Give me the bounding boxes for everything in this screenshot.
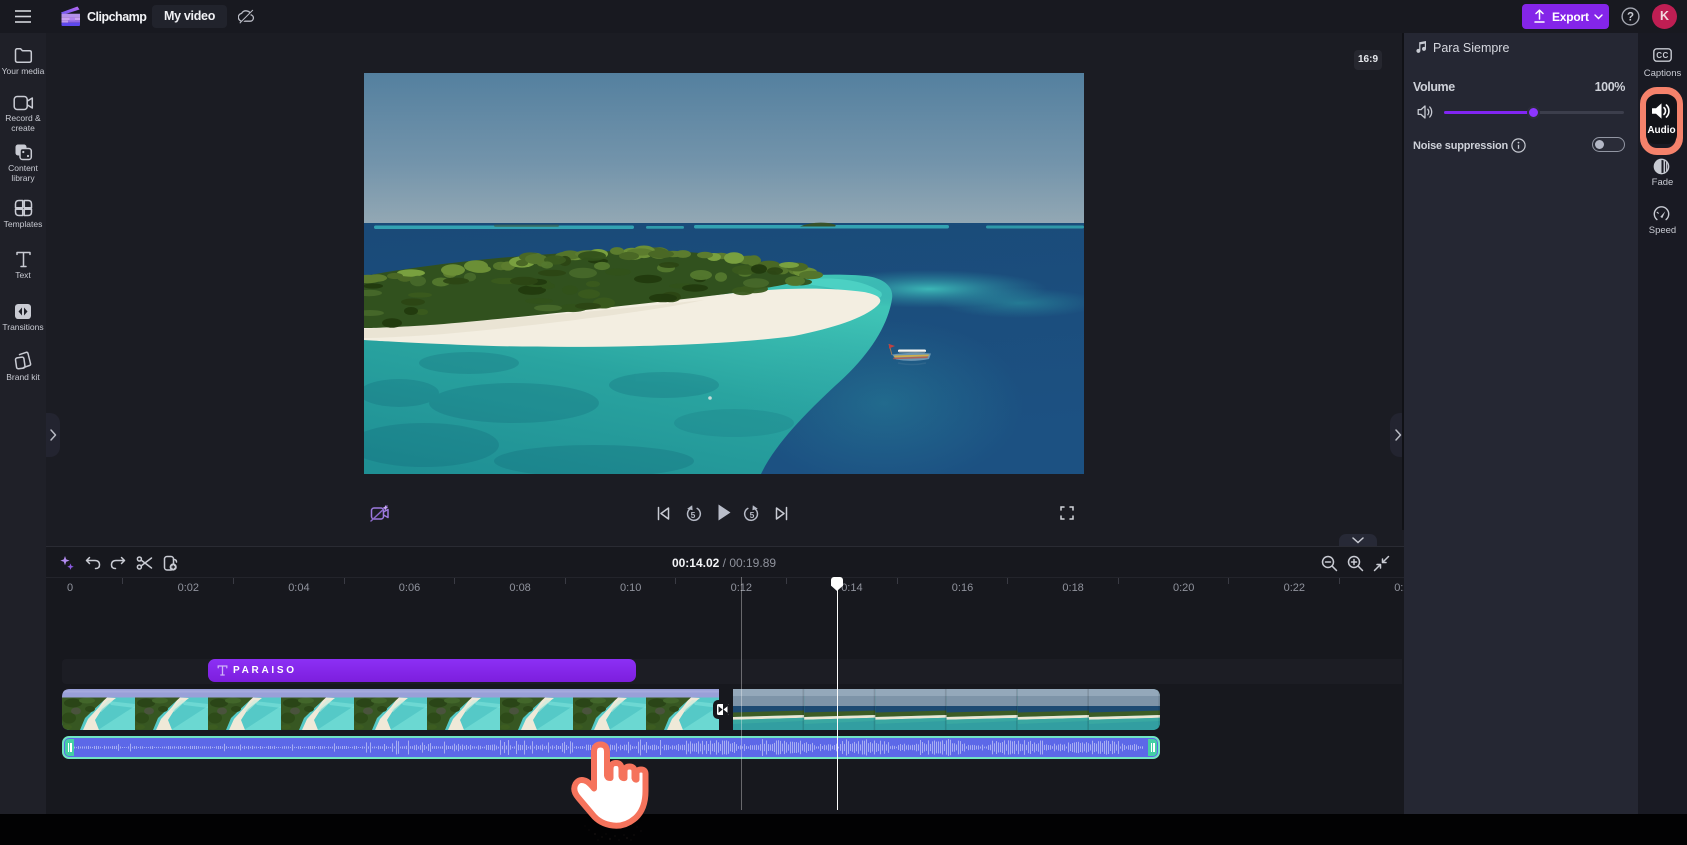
svg-text:CC: CC bbox=[1656, 51, 1669, 60]
svg-text:?: ? bbox=[1627, 12, 1634, 24]
svg-text:5: 5 bbox=[691, 510, 696, 520]
svg-text:5: 5 bbox=[750, 510, 755, 520]
